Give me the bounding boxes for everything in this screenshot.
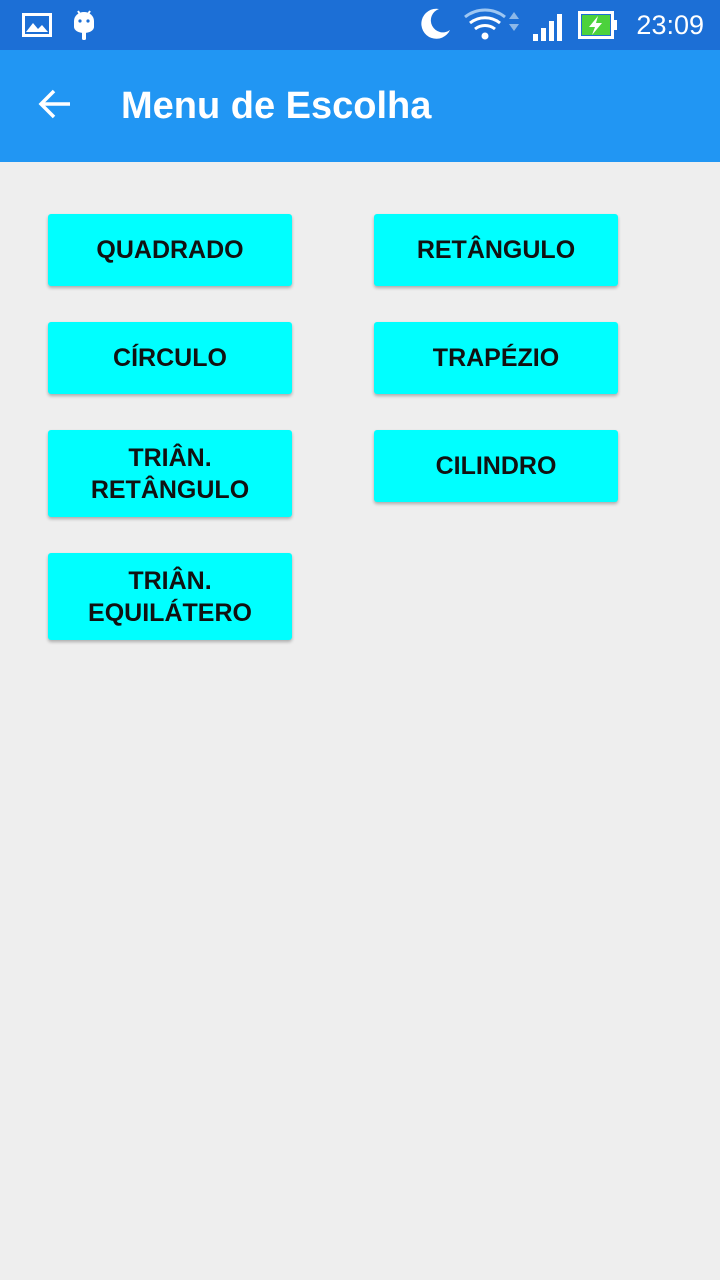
- cilindro-button-label: CILINDRO: [435, 452, 557, 480]
- retangulo-button[interactable]: RETÂNGULO: [374, 214, 618, 286]
- quadrado-button[interactable]: QUADRADO: [48, 214, 292, 286]
- retangulo-button-label: RETÂNGULO: [416, 236, 576, 264]
- trapezio-button-label: TRAPÉZIO: [432, 344, 560, 372]
- triangulo-equilatero-button-label-line2: EQUILÁTERO: [88, 598, 252, 627]
- android-icon: [72, 9, 96, 46]
- triangulo-equilatero-button-label-line1: TRIÂN.: [128, 566, 212, 595]
- page-title: Menu de Escolha: [121, 85, 432, 127]
- gallery-icon: [22, 13, 52, 42]
- app-bar: Menu de Escolha: [0, 50, 720, 162]
- status-bar: 23:09: [0, 0, 720, 50]
- circulo-button-label: CÍRCULO: [113, 344, 227, 372]
- moon-icon: [417, 6, 453, 47]
- trapezio-button[interactable]: TRAPÉZIO: [374, 322, 618, 394]
- back-button[interactable]: [24, 75, 86, 137]
- circulo-button[interactable]: CÍRCULO: [48, 322, 292, 394]
- triangulo-equilatero-button[interactable]: TRIÂN. EQUILÁTERO: [48, 553, 292, 640]
- arrow-back-icon: [38, 89, 72, 124]
- signal-icon: [532, 12, 566, 47]
- clock: 23:09: [636, 10, 704, 40]
- battery-charging-icon: [578, 11, 620, 44]
- wifi-icon: [463, 6, 521, 47]
- quadrado-button-label: QUADRADO: [96, 236, 244, 264]
- triangulo-retangulo-button[interactable]: TRIÂN. RETÂNGULO: [48, 430, 292, 517]
- cilindro-button[interactable]: CILINDRO: [374, 430, 618, 502]
- triangulo-retangulo-button-label-line1: TRIÂN.: [128, 443, 212, 472]
- triangulo-retangulo-button-label-line2: RETÂNGULO: [90, 475, 250, 504]
